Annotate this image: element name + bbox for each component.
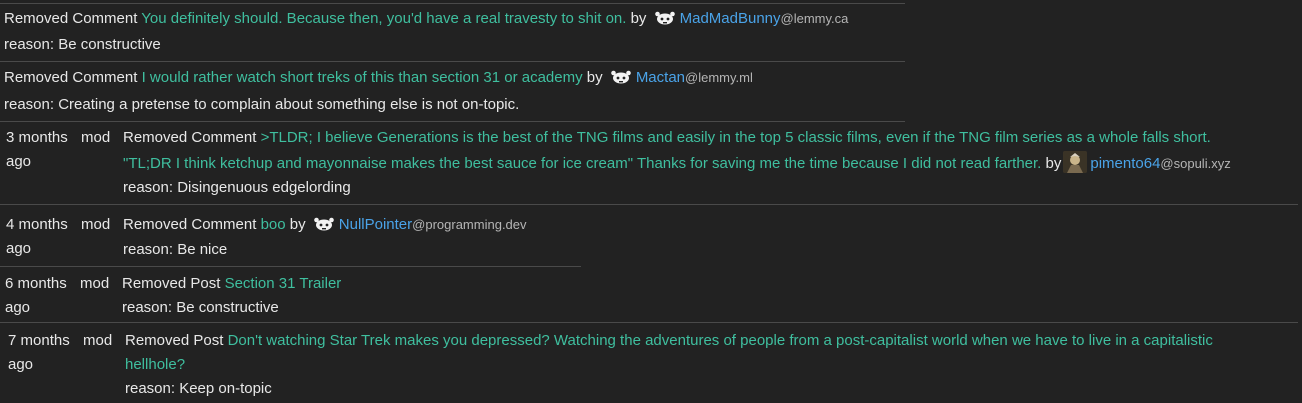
entry-line: Removed Comment >TLDR; I believe Generat…	[123, 128, 1211, 148]
content-link[interactable]: >TLDR; I believe Generations is the best…	[261, 129, 1211, 146]
user-instance: @lemmy.ca	[780, 11, 849, 26]
mod-label: mod	[81, 129, 111, 146]
entry-line: Removed Post Don't watching Star Trek ma…	[125, 331, 1213, 351]
mod-label: mod	[80, 275, 110, 292]
lemmy-default-avatar-icon[interactable]	[654, 11, 676, 25]
user-avatar-icon[interactable]	[1063, 151, 1088, 173]
entry-line: Removed Post Section 31 Trailer	[122, 274, 341, 294]
user-instance: @sopuli.xyz	[1160, 156, 1231, 171]
user-link[interactable]: Mactan	[636, 69, 685, 86]
action-label: Removed Comment	[123, 129, 257, 146]
user-instance: @lemmy.ml	[685, 70, 753, 85]
user-instance: @programming.dev	[412, 217, 527, 232]
content-link[interactable]: Section 31 Trailer	[225, 275, 342, 292]
by-label: by	[630, 10, 647, 27]
content-link[interactable]: Don't watching Star Trek makes you depre…	[228, 332, 1213, 349]
divider	[0, 322, 1298, 323]
action-label: Removed Comment	[4, 10, 138, 27]
time-label: 3 months	[6, 129, 68, 146]
reason-text: reason: Be constructive	[122, 299, 279, 316]
entry-line: Removed Comment I would rather watch sho…	[4, 68, 753, 88]
reason-text: reason: Creating a pretense to complain …	[4, 96, 520, 113]
action-label: Removed Post	[122, 275, 221, 292]
divider	[0, 266, 581, 267]
by-label: by	[289, 216, 306, 233]
content-link-continued[interactable]: hellhole?	[125, 355, 185, 375]
divider	[0, 204, 1298, 205]
divider	[0, 121, 905, 122]
time-label: 6 months	[5, 275, 67, 292]
content-link[interactable]: boo	[261, 216, 286, 233]
lemmy-default-avatar-icon[interactable]	[610, 70, 632, 84]
time-label: 4 months	[6, 216, 68, 233]
reason-text: reason: Disingenuous edgelording	[123, 179, 351, 196]
content-link[interactable]: I would rather watch short treks of this…	[142, 69, 583, 86]
action-label: Removed Comment	[4, 69, 138, 86]
reason-text: reason: Keep on-topic	[125, 380, 272, 397]
action-label: Removed Comment	[123, 216, 257, 233]
time-label-ago: ago	[5, 299, 31, 316]
content-link[interactable]: You definitely should. Because then, you…	[141, 10, 626, 27]
time-label-ago: ago	[6, 153, 32, 170]
lemmy-default-avatar-icon[interactable]	[313, 217, 335, 231]
content-link-continued[interactable]: "TL;DR I think ketchup and mayonnaise ma…	[123, 155, 1041, 172]
reason-text: reason: Be constructive	[4, 36, 161, 53]
time-label-ago: ago	[8, 356, 34, 373]
entry-line: Removed Comment boo by NullPointer@progr…	[123, 215, 527, 235]
by-label: by	[586, 69, 603, 86]
time-label: 7 months	[8, 332, 70, 349]
entry-line: Removed Comment You definitely should. B…	[4, 9, 848, 29]
action-label: Removed Post	[125, 332, 224, 349]
entry-line-continued: "TL;DR I think ketchup and mayonnaise ma…	[123, 151, 1231, 174]
user-link[interactable]: MadMadBunny	[680, 10, 781, 27]
mod-label: mod	[83, 332, 113, 349]
divider	[0, 61, 905, 62]
user-link[interactable]: pimento64	[1090, 155, 1160, 172]
time-label-ago: ago	[6, 240, 32, 257]
reason-text: reason: Be nice	[123, 241, 228, 258]
divider	[0, 3, 905, 4]
mod-label: mod	[81, 216, 111, 233]
by-label: by	[1045, 155, 1062, 172]
user-link[interactable]: NullPointer	[339, 216, 412, 233]
